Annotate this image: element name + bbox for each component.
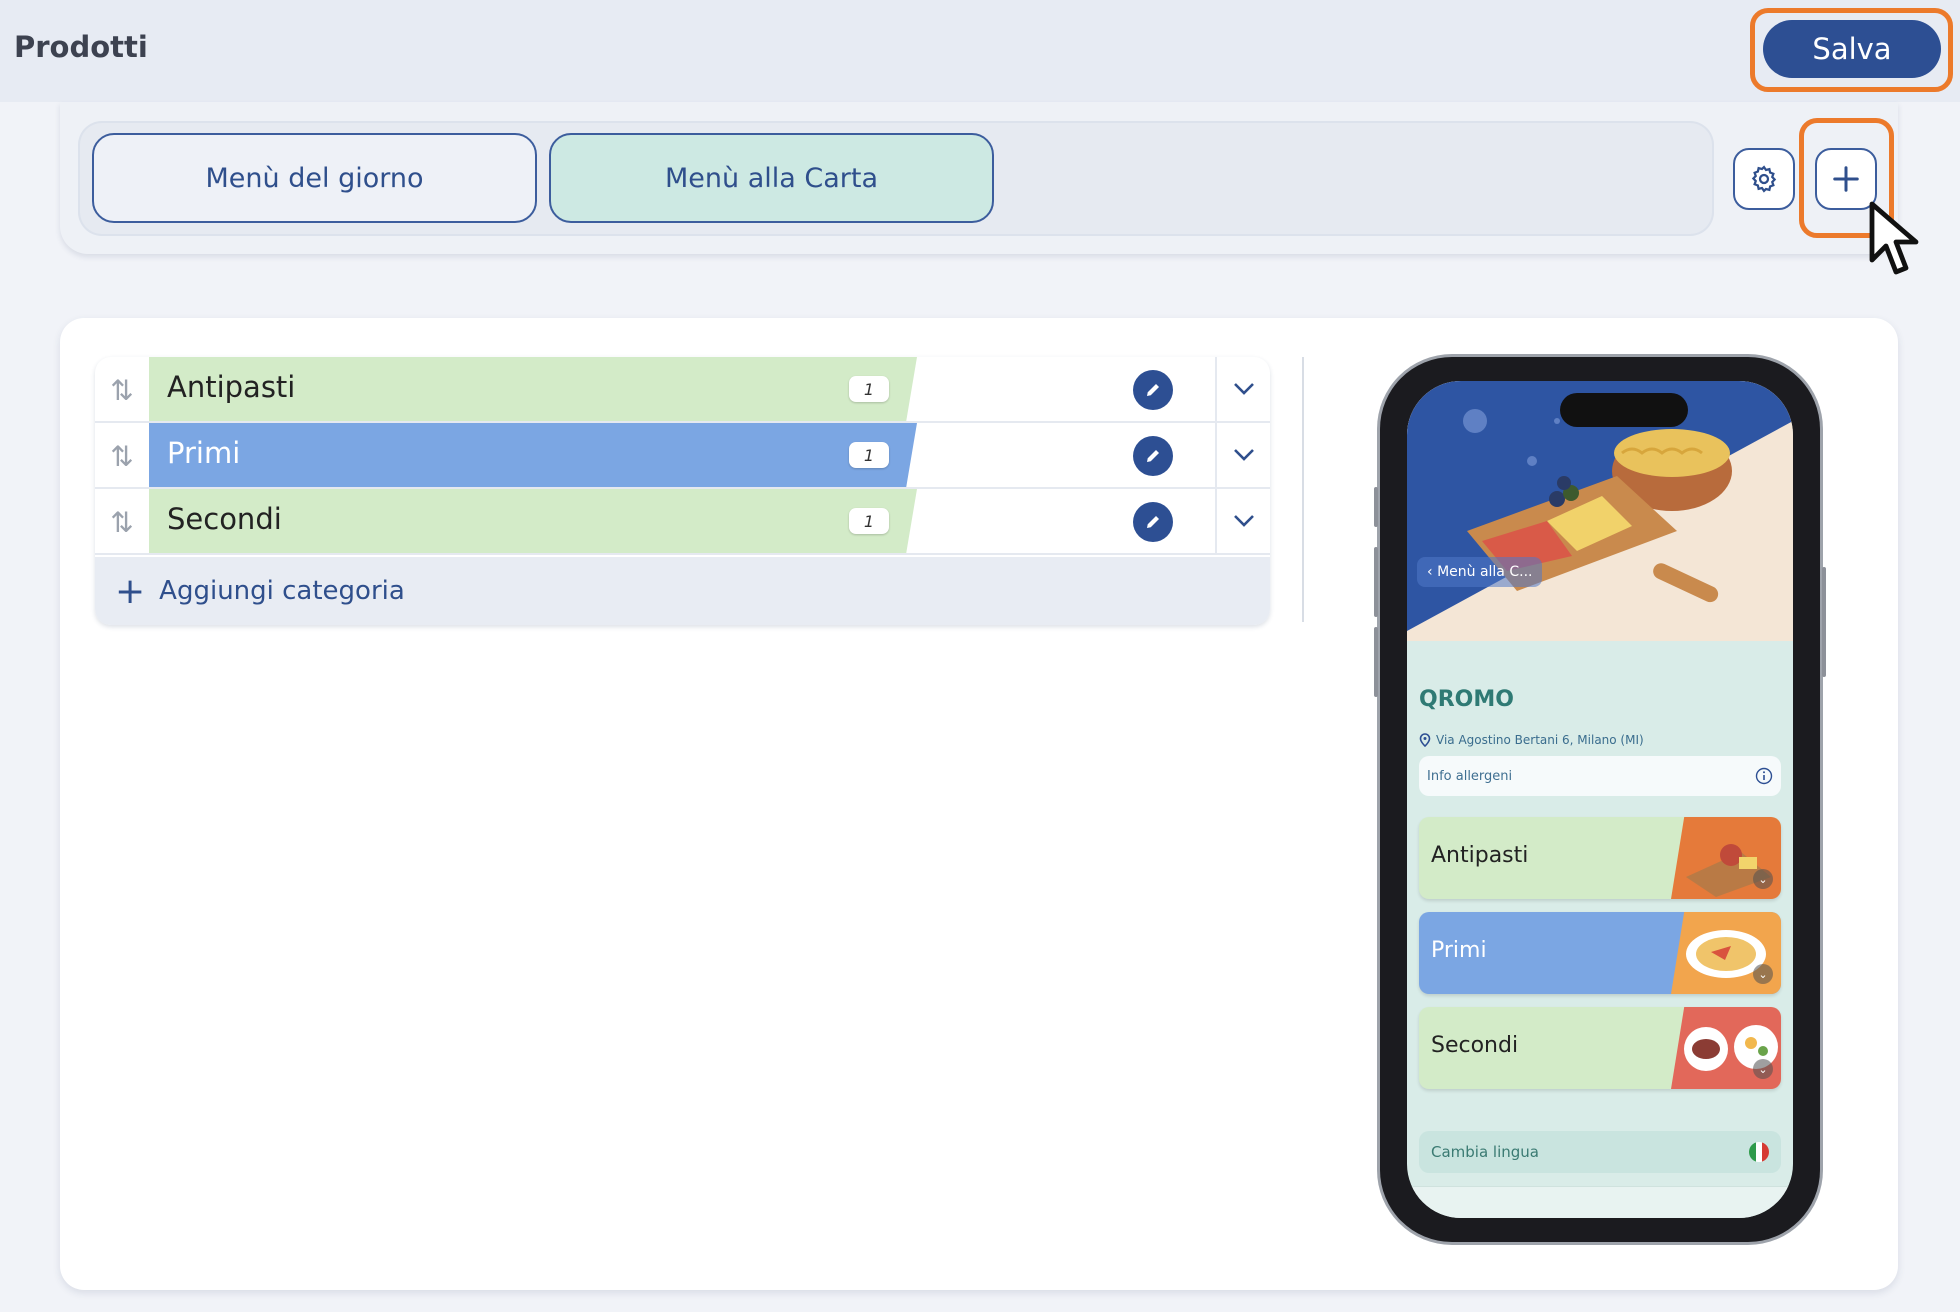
category-row-antipasti[interactable]: ⇅ Antipasti 1 [95,357,1270,423]
edit-pencil-icon[interactable] [1133,370,1173,410]
category-row-primi[interactable]: ⇅ Primi 1 [95,423,1270,489]
vertical-divider [1302,357,1304,622]
change-language-label: Cambia lingua [1431,1143,1539,1161]
sort-handle-icon[interactable]: ⇅ [95,423,149,489]
tab-menu-alla-carta[interactable]: Menù alla Carta [549,133,994,223]
tab-menu-del-giorno[interactable]: Menù del giorno [92,133,537,223]
italian-flag-icon [1749,1142,1769,1162]
add-category-button[interactable]: + Aggiungi categoria [95,557,1270,625]
preview-category-label: Primi [1431,938,1487,963]
phone-side-button [1374,627,1378,697]
change-language-button[interactable]: Cambia lingua [1419,1131,1781,1173]
item-count-badge: 1 [849,508,889,534]
phone-screen: ‹ Menù alla C... QROMO Via Agostino Bert… [1407,381,1793,1218]
chevron-left-icon: ‹ [1427,564,1438,580]
header-bar: Prodotti Salva [0,0,1960,102]
back-label: Menù alla C... [1437,564,1533,580]
preview-category-label: Secondi [1431,1033,1519,1058]
add-category-label: Aggiungi categoria [159,576,405,606]
preview-category-primi[interactable]: Primi ⌄ [1419,912,1781,994]
page-title: Prodotti [14,30,148,64]
restaurant-address: Via Agostino Bertani 6, Milano (MI) [1419,733,1644,747]
allergen-info-button[interactable]: Info allergeni [1419,756,1781,796]
preview-category-antipasti[interactable]: Antipasti ⌄ [1419,817,1781,899]
phone-bottom-bar [1407,1186,1793,1218]
save-button[interactable]: Salva [1763,20,1941,78]
plus-icon: + [115,570,146,612]
chevron-down-icon[interactable] [1215,357,1270,421]
chevron-down-icon: ⌄ [1753,1059,1773,1079]
item-count-badge: 1 [849,376,889,402]
chevron-down-icon[interactable] [1215,423,1270,487]
address-text: Via Agostino Bertani 6, Milano (MI) [1436,733,1644,747]
sort-handle-icon[interactable]: ⇅ [95,357,149,423]
mouse-cursor-icon [1869,201,1919,275]
category-band [149,423,917,487]
edit-pencil-icon[interactable] [1133,436,1173,476]
preview-category-secondi[interactable]: Secondi ⌄ [1419,1007,1781,1089]
back-button[interactable]: ‹ Menù alla C... [1417,557,1543,587]
gear-icon [1751,165,1777,193]
allergen-info-label: Info allergeni [1427,768,1513,784]
phone-side-button [1374,487,1378,527]
phone-preview: ‹ Menù alla C... QROMO Via Agostino Bert… [1374,357,1826,1242]
phone-side-button [1374,547,1378,617]
category-name: Secondi [167,502,282,536]
sort-handle-icon[interactable]: ⇅ [95,489,149,555]
info-icon [1755,767,1773,785]
dynamic-island [1560,393,1688,427]
preview-category-label: Antipasti [1431,843,1529,868]
item-count-badge: 1 [849,442,889,468]
chevron-down-icon[interactable] [1215,489,1270,553]
restaurant-name: QROMO [1419,687,1514,712]
category-name: Antipasti [167,370,296,404]
settings-button[interactable] [1733,148,1795,210]
chevron-down-icon: ⌄ [1753,869,1773,889]
category-row-secondi[interactable]: ⇅ Secondi 1 [95,489,1270,555]
category-name: Primi [167,436,241,470]
phone-side-button [1822,567,1826,677]
location-pin-icon [1419,733,1431,747]
chevron-down-icon: ⌄ [1753,964,1773,984]
edit-pencil-icon[interactable] [1133,502,1173,542]
category-list: ⇅ Antipasti 1 ⇅ Primi 1 ⇅ Secondi 1 + Ag… [95,357,1270,625]
